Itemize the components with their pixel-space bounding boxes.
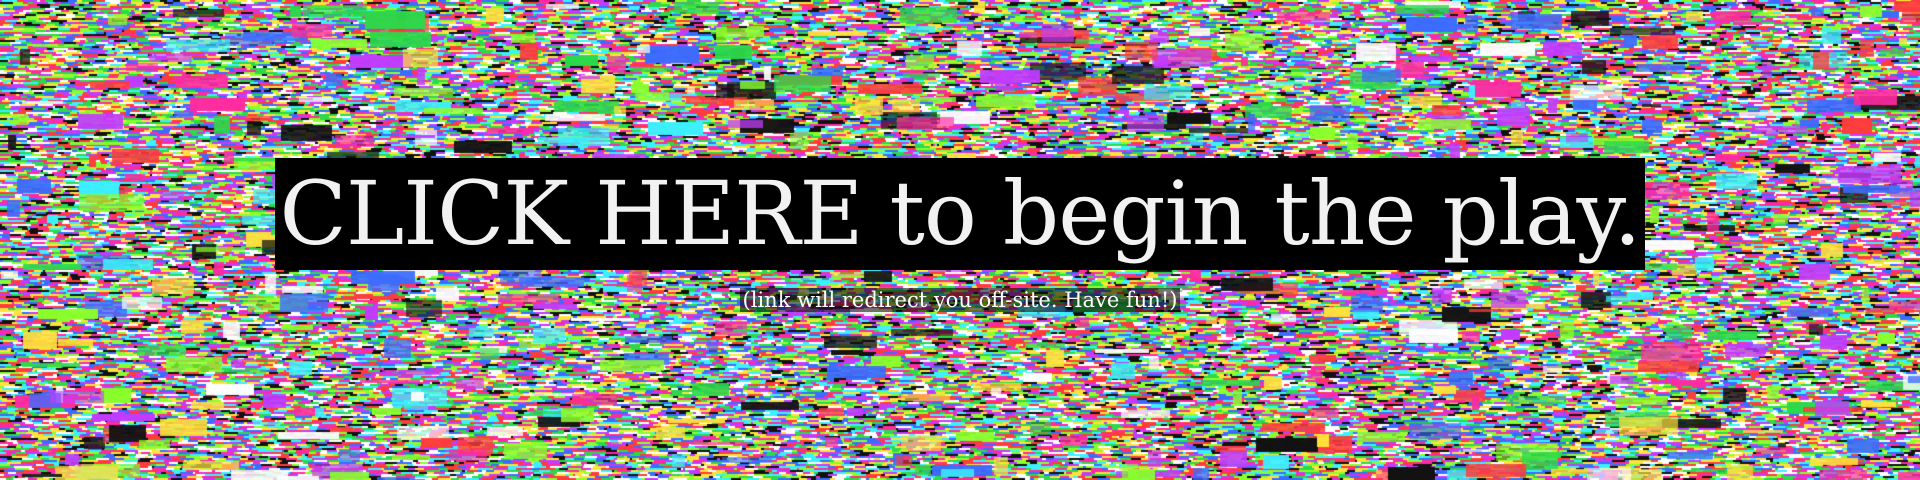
glitch-page: CLICK HERE to begin the play. (link will…	[0, 0, 1920, 480]
begin-play-link[interactable]: CLICK HERE to begin the play.	[275, 158, 1645, 270]
